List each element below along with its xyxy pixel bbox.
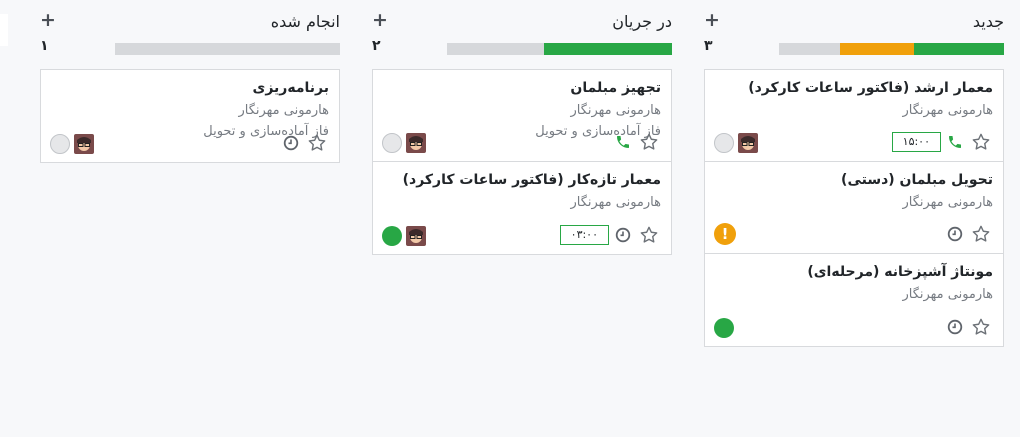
task-title: برنامه‌ریزی — [252, 80, 330, 96]
column-count: ۱ — [40, 38, 49, 54]
progress-segment-normal[interactable] — [779, 43, 840, 55]
card-actions: ۰۳:۰۰ — [554, 225, 659, 245]
star-icon[interactable] — [971, 132, 991, 152]
kanban-state-indicator[interactable] — [714, 133, 734, 153]
column-header: جدید + ۳ — [704, 0, 1004, 70]
kanban-state-indicator[interactable] — [714, 318, 734, 338]
progress-segment-done[interactable] — [914, 43, 1004, 55]
card-list: معمار ارشد (فاکتور ساعات کارکرد) هارمونی… — [704, 69, 1004, 347]
avatar-icon[interactable] — [738, 133, 758, 153]
progress-segment-done[interactable] — [543, 43, 672, 55]
progress-segment-normal[interactable] — [447, 43, 544, 55]
progress-segment-blocked[interactable] — [839, 43, 914, 55]
card-actions — [277, 133, 327, 153]
task-card[interactable]: برنامه‌ریزی هارمونی مهرنگار فاز آماده‌سا… — [41, 70, 339, 162]
allocated-hours-badge: ۱۵:۰۰ — [891, 132, 941, 152]
task-title: تجهیز مبلمان — [570, 80, 661, 96]
card-assignees — [714, 318, 738, 338]
add-task-icon[interactable]: + — [372, 9, 388, 31]
kanban-column-done: انجام شده + ۱ برنامه‌ریزی هارمونی مهرنگا… — [40, 0, 340, 163]
star-icon[interactable] — [307, 133, 327, 153]
task-card[interactable]: معمار ارشد (فاکتور ساعات کارکرد) هارمونی… — [705, 70, 1003, 162]
column-title[interactable]: در جریان — [612, 12, 672, 31]
clock-icon[interactable] — [947, 319, 963, 335]
task-customer: هارمونی مهرنگار — [902, 287, 993, 302]
kanban-column-new: جدید + ۳ معمار ارشد (فاکتور ساعات کارکرد… — [704, 0, 1004, 347]
column-progress-bar[interactable] — [115, 43, 340, 55]
column-title[interactable]: جدید — [973, 12, 1004, 31]
task-title: مونتاژ آشپزخانه (مرحله‌ای) — [807, 264, 993, 280]
card-actions — [941, 224, 991, 244]
column-header: انجام شده + ۱ — [40, 0, 340, 70]
star-icon[interactable] — [971, 224, 991, 244]
task-customer: هارمونی مهرنگار — [570, 103, 661, 118]
add-task-icon[interactable]: + — [40, 9, 56, 31]
card-assignees — [50, 134, 94, 154]
card-assignees: ! — [714, 223, 740, 245]
clock-icon[interactable] — [947, 226, 963, 242]
task-title: تحویل مبلمان (دستی) — [841, 172, 993, 188]
avatar-icon[interactable] — [406, 133, 426, 153]
task-customer: هارمونی مهرنگار — [238, 103, 329, 118]
kanban-state-indicator[interactable] — [382, 226, 402, 246]
card-actions: ۱۵:۰۰ — [886, 132, 991, 152]
star-icon[interactable] — [971, 317, 991, 337]
column-title[interactable]: انجام شده — [271, 12, 340, 31]
card-actions — [941, 317, 991, 337]
card-assignees — [382, 226, 426, 246]
phone-icon[interactable] — [615, 134, 631, 150]
column-header: در جریان + ۲ — [372, 0, 672, 70]
avatar-icon[interactable] — [406, 226, 426, 246]
card-actions — [609, 132, 659, 152]
task-card[interactable]: تجهیز مبلمان هارمونی مهرنگار فاز آماده‌س… — [373, 70, 671, 162]
task-title: معمار ارشد (فاکتور ساعات کارکرد) — [748, 80, 993, 96]
star-icon[interactable] — [639, 225, 659, 245]
task-title: معمار تازه‌کار (فاکتور ساعات کارکرد) — [402, 172, 661, 188]
card-assignees — [382, 133, 426, 153]
task-customer: هارمونی مهرنگار — [902, 195, 993, 210]
star-icon[interactable] — [639, 132, 659, 152]
phone-icon[interactable] — [947, 134, 963, 150]
clock-icon[interactable] — [283, 135, 299, 151]
task-card[interactable]: مونتاژ آشپزخانه (مرحله‌ای) هارمونی مهرنگ… — [705, 254, 1003, 346]
kanban-state-indicator[interactable] — [382, 133, 402, 153]
kanban-column-in-progress: در جریان + ۲ تجهیز مبلمان هارمونی مهرنگا… — [372, 0, 672, 255]
side-panel-edge — [0, 14, 8, 46]
task-customer: هارمونی مهرنگار — [902, 103, 993, 118]
card-assignees — [714, 133, 758, 153]
column-count: ۲ — [372, 38, 381, 54]
progress-segment-normal[interactable] — [115, 43, 340, 55]
card-list: برنامه‌ریزی هارمونی مهرنگار فاز آماده‌سا… — [40, 69, 340, 163]
kanban-state-indicator[interactable] — [50, 134, 70, 154]
allocated-hours-badge: ۰۳:۰۰ — [559, 225, 609, 245]
clock-icon[interactable] — [615, 227, 631, 243]
column-count: ۳ — [704, 38, 713, 54]
column-progress-bar[interactable] — [779, 43, 1004, 55]
exclamation-icon[interactable]: ! — [714, 223, 736, 245]
task-card[interactable]: معمار تازه‌کار (فاکتور ساعات کارکرد) هار… — [373, 162, 671, 254]
add-task-icon[interactable]: + — [704, 9, 720, 31]
card-list: تجهیز مبلمان هارمونی مهرنگار فاز آماده‌س… — [372, 69, 672, 255]
avatar-icon[interactable] — [74, 134, 94, 154]
column-progress-bar[interactable] — [447, 43, 672, 55]
task-card[interactable]: تحویل مبلمان (دستی) هارمونی مهرنگار ! — [705, 162, 1003, 254]
task-customer: هارمونی مهرنگار — [570, 195, 661, 210]
